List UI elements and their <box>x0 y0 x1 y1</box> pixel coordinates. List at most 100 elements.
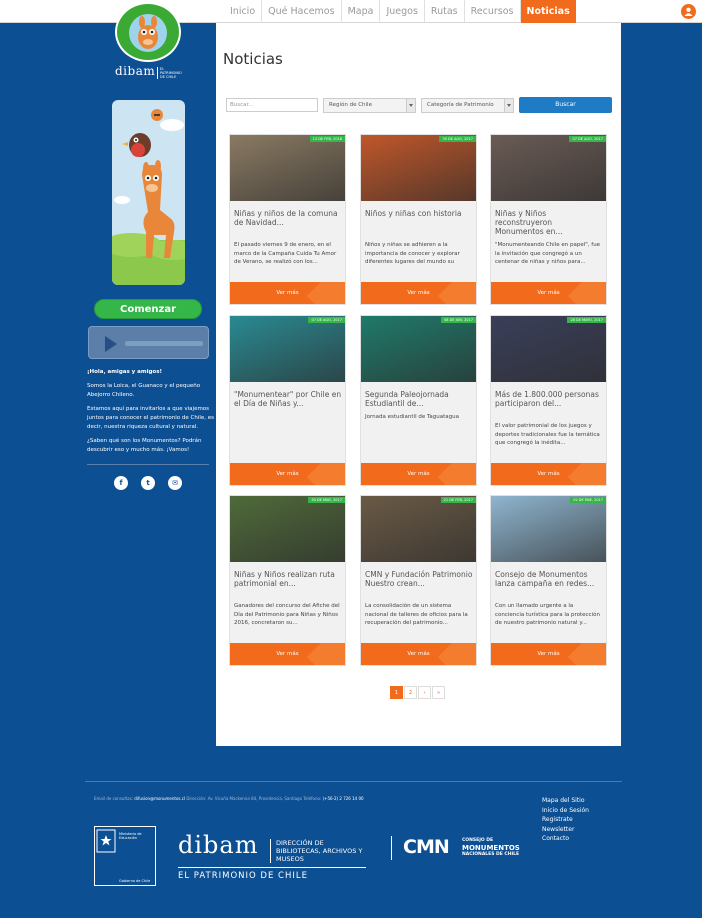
news-card-image[interactable] <box>361 496 476 562</box>
main-nav: Inicio Qué Hacemos Mapa Juegos Rutas Rec… <box>224 0 576 23</box>
nav-item-recursos[interactable]: Recursos <box>465 0 521 23</box>
news-card-excerpt: El valor patrimonial de los juegos y dep… <box>495 423 600 446</box>
news-card-image[interactable] <box>230 135 345 201</box>
start-button[interactable]: Comenzar <box>94 299 202 319</box>
news-card-image[interactable] <box>491 316 606 382</box>
news-card-excerpt: "Monumenteando Chile en papel", fue la i… <box>495 242 601 265</box>
news-card[interactable]: 02 DE ENE, 2017 Consejo de Monumentos lan… <box>490 495 607 666</box>
page-1-button[interactable]: 1 <box>390 686 403 699</box>
sidebar-intro-1: Somos la Loica, el Guanaco y el pequeño … <box>87 383 201 398</box>
footer-contact: Email de consultas: difusion@monumentos.… <box>94 796 364 801</box>
read-more-button[interactable]: Ver más <box>230 282 345 304</box>
top-nav-bar: Inicio Qué Hacemos Mapa Juegos Rutas Rec… <box>0 0 702 23</box>
news-card-date: 28 DE MAYO, 2017 <box>567 317 606 323</box>
news-card-image[interactable] <box>361 316 476 382</box>
news-card[interactable]: 13 DE FEB, 2018 Niñas y niños de la comun… <box>229 134 346 305</box>
search-input[interactable]: Buscar... <box>226 98 318 112</box>
news-card-title[interactable]: Niñas y Niños realizan ruta patrimonial … <box>234 570 342 588</box>
mascot-illustration <box>112 100 185 285</box>
region-select[interactable]: Región de Chile <box>323 98 416 113</box>
read-more-button[interactable]: Ver más <box>491 463 606 485</box>
read-more-button[interactable]: Ver más <box>230 463 345 485</box>
footer-email-link[interactable]: difusion@monumentos.cl <box>134 796 185 801</box>
play-icon[interactable] <box>105 336 117 352</box>
sidebar-intro-3: ¿Saben qué son los Monumentos? Podrán de… <box>87 438 202 453</box>
facebook-icon[interactable]: f <box>114 476 128 490</box>
nav-item-inicio[interactable]: Inicio <box>224 0 263 23</box>
news-card-image[interactable] <box>491 496 606 562</box>
news-card-excerpt: Niños y niñas se adhieren a la importanc… <box>365 242 460 265</box>
news-card[interactable]: 30 DE AGO, 2017 Niños y niñas con histori… <box>360 134 477 305</box>
page-2-button[interactable]: 2 <box>404 686 417 699</box>
news-card-excerpt: Jornada estudiantil de Taguatagua <box>365 414 460 420</box>
read-more-button[interactable]: Ver más <box>491 643 606 665</box>
patrimonio-ninas-ninos-logo[interactable] <box>115 2 181 62</box>
footer-link-sitemap[interactable]: Mapa del Sitio <box>542 796 589 806</box>
read-more-button[interactable]: Ver más <box>230 643 345 665</box>
main-content: Noticias Buscar... Región de Chile Categ… <box>216 23 621 746</box>
category-select[interactable]: Categoría de Patrimonio <box>421 98 514 113</box>
gobierno-label: Gobierno de Chile <box>119 879 151 883</box>
email-icon[interactable]: ✉ <box>168 476 182 490</box>
news-card-title[interactable]: CMN y Fundación Patrimonio Nuestro crean… <box>365 570 473 588</box>
twitter-icon[interactable]: t <box>141 476 155 490</box>
category-select-value: Categoría de Patrimonio <box>427 102 494 108</box>
user-icon[interactable] <box>681 4 696 19</box>
read-more-button[interactable]: Ver más <box>361 282 476 304</box>
news-card-title[interactable]: Más de 1.800.000 personas participaron d… <box>495 390 603 408</box>
sidebar-intro-2: Estamos aquí para invitarlos a que viaje… <box>87 406 214 430</box>
read-more-button[interactable]: Ver más <box>491 282 606 304</box>
news-card-excerpt: La consolidación de un sistema nacional … <box>365 603 468 626</box>
news-card-title[interactable]: "Monumentear" por Chile en el Día de Niñ… <box>234 390 342 408</box>
news-card[interactable]: 07 DE AGO, 2017 "Monumentear" por Chile e… <box>229 315 346 486</box>
news-card-date: 13 DE FEB, 2018 <box>309 136 345 142</box>
news-card-image[interactable] <box>230 316 345 382</box>
audio-progress-bar[interactable] <box>125 341 203 346</box>
news-card-image[interactable] <box>491 135 606 201</box>
ministerio-educacion-logo[interactable]: Ministerio de Educación Gobierno de Chil… <box>94 826 156 886</box>
news-card[interactable]: 21 DE FEB, 2017 CMN y Fundación Patrimoni… <box>360 495 477 666</box>
dibam-logo[interactable]: dibam <box>178 831 258 859</box>
nav-item-que-hacemos[interactable]: Qué Hacemos <box>262 0 342 23</box>
read-more-button[interactable]: Ver más <box>361 643 476 665</box>
nav-item-rutas[interactable]: Rutas <box>425 0 465 23</box>
news-card-title[interactable]: Segunda Paleojornada Estudiantil de... <box>365 390 473 408</box>
nav-item-noticias[interactable]: Noticias <box>520 0 576 23</box>
news-card-title[interactable]: Niñas y niños de la comuna de Navidad... <box>234 209 342 227</box>
sidebar-greeting: ¡Hola, amigas y amigos! <box>87 369 162 375</box>
audio-player[interactable] <box>88 326 209 359</box>
footer-link-newsletter[interactable]: Newsletter <box>542 825 589 835</box>
news-card[interactable]: 28 DE MAYO, 2017 Más de 1.800.000 persona… <box>490 315 607 486</box>
news-card-image[interactable] <box>361 135 476 201</box>
news-card[interactable]: 30 DE MAR, 2017 Niñas y Niños realizan ru… <box>229 495 346 666</box>
news-card-date: 07 DE AGO, 2017 <box>308 317 345 323</box>
footer-link-register[interactable]: Registrate <box>542 815 589 825</box>
news-card-title[interactable]: Consejo de Monumentos lanza campaña en r… <box>495 570 603 588</box>
cmn-logo-subtitle: CONSEJO DE MONUMENTOS NACIONALES DE CHIL… <box>462 838 520 857</box>
sidebar-divider <box>87 464 209 465</box>
news-card-title[interactable]: Niñas y Niños reconstruyeron Monumentos … <box>495 209 603 236</box>
cmn-logo[interactable]: CMN <box>403 836 450 858</box>
news-card-excerpt: El pasado viernes 9 de enero, en el marc… <box>234 242 337 265</box>
dibam-logo-small: dibam <box>115 64 156 78</box>
last-page-button[interactable]: » <box>432 686 445 699</box>
region-select-value: Región de Chile <box>329 102 372 108</box>
news-card[interactable]: 07 DE AGO, 2017 Niñas y Niños reconstruye… <box>490 134 607 305</box>
search-button[interactable]: Buscar <box>519 97 612 113</box>
news-card-date: 07 DE AGO, 2017 <box>569 136 606 142</box>
nav-item-juegos[interactable]: Juegos <box>380 0 425 23</box>
news-card-image[interactable] <box>230 496 345 562</box>
chevron-down-icon <box>504 99 513 112</box>
nav-item-mapa[interactable]: Mapa <box>342 0 381 23</box>
footer-link-login[interactable]: Inicio de Sesión <box>542 806 589 816</box>
pagination: 1 2 › » <box>390 686 445 699</box>
news-card-title[interactable]: Niños y niñas con historia <box>365 209 473 218</box>
news-card-date: 30 DE MAR, 2017 <box>308 497 345 503</box>
logo-separator <box>391 836 392 860</box>
news-card[interactable]: 08 DE JUN, 2017 Segunda Paleojornada Estu… <box>360 315 477 486</box>
footer-link-contact[interactable]: Contacto <box>542 834 589 844</box>
dibam-logo-subtitle: DIRECCIÓN DE BIBLIOTECAS, ARCHIVOS Y MUS… <box>270 839 370 863</box>
next-page-button[interactable]: › <box>418 686 431 699</box>
chevron-down-icon <box>406 99 415 112</box>
read-more-button[interactable]: Ver más <box>361 463 476 485</box>
